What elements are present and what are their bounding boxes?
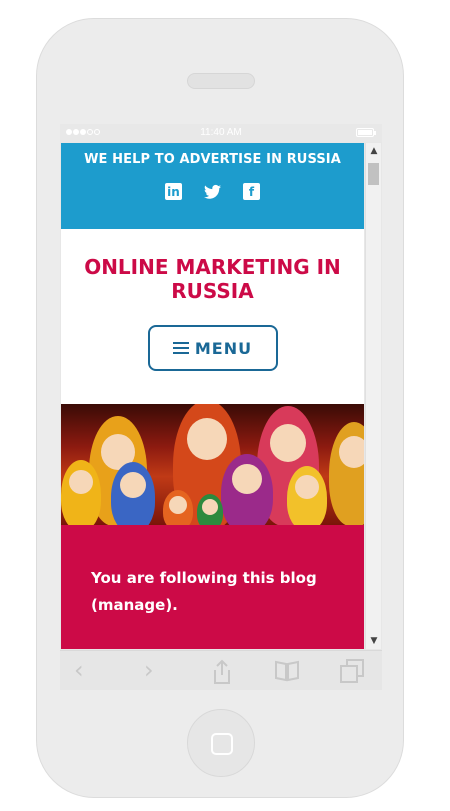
tabs-icon[interactable]	[340, 659, 364, 683]
hamburger-icon	[172, 342, 189, 354]
scrollbar[interactable]: ▲ ▼	[365, 143, 381, 649]
forward-icon[interactable]: ›	[144, 658, 168, 683]
facebook-icon[interactable]: f	[243, 183, 260, 200]
matryoshka-hero-image	[61, 404, 364, 525]
scroll-down-icon[interactable]: ▼	[366, 633, 382, 649]
browser-toolbar: ‹ ›	[60, 650, 382, 690]
share-icon[interactable]	[210, 659, 234, 684]
top-bar: WE HELP TO ADVERTISE IN RUSSIA in f	[61, 143, 364, 229]
home-button-icon	[211, 733, 233, 755]
menu-button-label: MENU	[194, 338, 253, 358]
site-title[interactable]: ONLINE MARKETING IN RUSSIA	[61, 229, 364, 303]
phone-speaker	[187, 73, 255, 89]
bookmarks-icon[interactable]	[274, 659, 299, 683]
follow-text[interactable]: You are following this blog (manage).	[91, 569, 317, 614]
follow-notice: You are following this blog (manage).	[61, 525, 364, 649]
linkedin-icon[interactable]: in	[165, 183, 182, 200]
status-time: 11:40 AM	[200, 127, 242, 138]
scroll-up-icon[interactable]: ▲	[366, 143, 382, 159]
site-header: ONLINE MARKETING IN RUSSIA MENU	[61, 229, 364, 404]
back-icon[interactable]: ‹	[74, 658, 98, 683]
site-tagline: WE HELP TO ADVERTISE IN RUSSIA	[84, 152, 341, 167]
twitter-icon[interactable]	[204, 183, 221, 200]
phone-screen: 11:40 AM WE HELP TO ADVERTISE IN RUSSIA …	[60, 124, 382, 690]
menu-button[interactable]: MENU	[147, 325, 278, 371]
home-button[interactable]	[187, 709, 255, 777]
battery-icon	[356, 128, 376, 137]
web-viewport[interactable]: WE HELP TO ADVERTISE IN RUSSIA in f ONLI…	[61, 143, 364, 649]
scroll-thumb[interactable]	[368, 163, 379, 185]
social-links: in f	[61, 183, 364, 200]
status-bar: 11:40 AM	[60, 124, 382, 142]
